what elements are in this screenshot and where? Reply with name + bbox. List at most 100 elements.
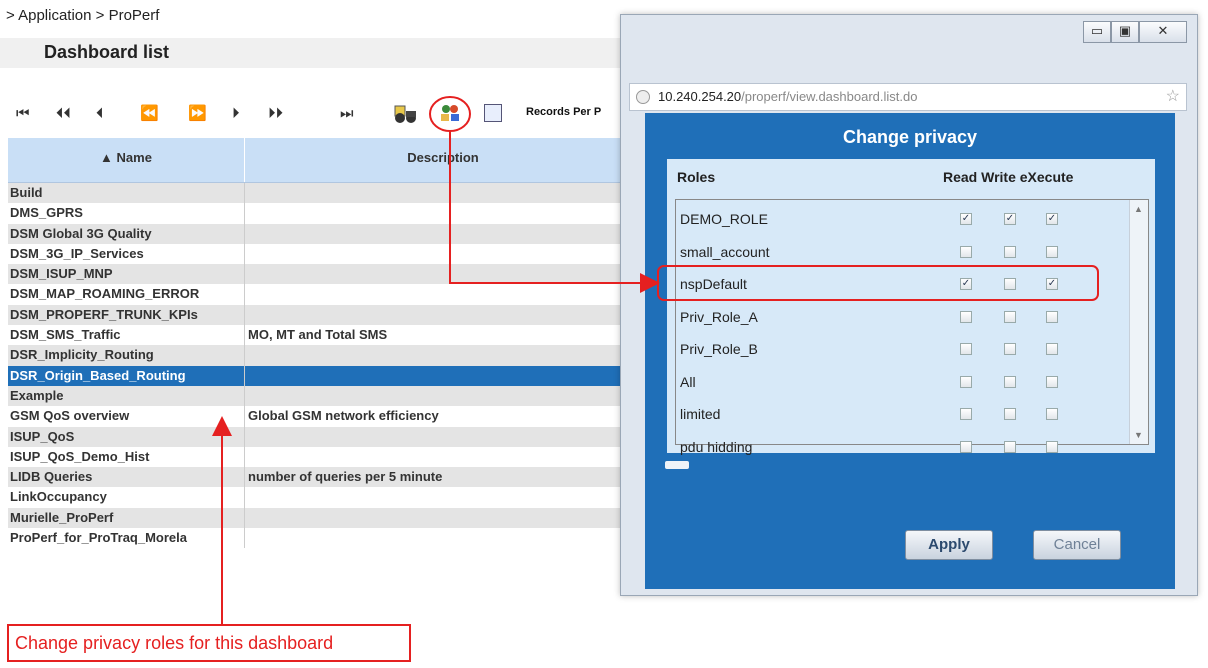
address-bar[interactable]: 10.240.254.20/properf/view.dashboard.lis… xyxy=(629,83,1187,111)
row-name: DSM Global 3G Quality xyxy=(10,225,152,241)
role-row[interactable]: nspDefault ✓ ✓ xyxy=(676,269,1126,301)
roles-section: Roles Read Write eXecute pdu hidding limi… xyxy=(667,159,1155,455)
table-row[interactable]: ProPerf_for_ProTraq_Morela xyxy=(8,528,640,549)
fast-forward-icon[interactable]: ⏩ xyxy=(188,100,207,128)
read-checkbox[interactable]: ✓ xyxy=(960,278,972,290)
table-row[interactable]: DMS_GPRS xyxy=(8,203,640,224)
column-divider xyxy=(244,406,245,427)
row-description: MO, MT and Total SMS xyxy=(248,327,388,343)
row-name: DSM_3G_IP_Services xyxy=(10,245,144,261)
table-row[interactable]: DSM_SMS_Traffic MO, MT and Total SMS xyxy=(8,325,640,346)
close-button[interactable]: ✕ xyxy=(1139,21,1187,43)
row-description: number of queries per 5 minute xyxy=(248,469,443,485)
execute-checkbox[interactable] xyxy=(1046,375,1058,388)
column-header-description[interactable]: Description xyxy=(246,138,640,182)
rewind-icon[interactable]: ⏪ xyxy=(140,100,159,128)
row-name: DSM_PROPERF_TRUNK_KPIs xyxy=(10,306,198,322)
column-header-name[interactable]: ▲ Name xyxy=(8,138,245,182)
table-row[interactable]: DSM Global 3G Quality xyxy=(8,223,640,244)
roles-header: Roles xyxy=(677,169,716,185)
execute-checkbox[interactable] xyxy=(1046,408,1058,420)
column-divider xyxy=(244,243,245,265)
table-row[interactable]: Murielle_ProPerf xyxy=(8,507,640,529)
write-checkbox[interactable] xyxy=(1004,310,1016,323)
read-checkbox[interactable] xyxy=(960,310,972,323)
table-row[interactable]: Example xyxy=(8,385,640,407)
address-host: 10.240.254.20 xyxy=(658,89,742,104)
globe-icon xyxy=(636,90,650,104)
row-name: Build xyxy=(10,185,43,200)
write-checkbox[interactable] xyxy=(1004,245,1016,258)
role-row[interactable]: small_account xyxy=(676,237,1126,269)
scroll-down-icon[interactable]: ▼ xyxy=(1134,430,1143,440)
read-checkbox[interactable] xyxy=(960,408,972,420)
refresh-icon[interactable] xyxy=(484,104,502,122)
row-name: DSR_Origin_Based_Routing xyxy=(10,367,186,383)
read-checkbox[interactable]: ✓ xyxy=(960,213,972,225)
execute-checkbox[interactable] xyxy=(1046,310,1058,323)
execute-checkbox[interactable] xyxy=(1046,440,1058,453)
last-page-icon[interactable]: ⏭ xyxy=(340,100,354,128)
scroll-up-icon[interactable]: ▲ xyxy=(1134,204,1143,214)
table-row[interactable]: LinkOccupancy xyxy=(8,487,640,508)
row-name: GSM QoS overview xyxy=(10,408,130,424)
role-row[interactable]: limited xyxy=(676,399,1126,431)
minimize-button[interactable]: ▭ xyxy=(1083,21,1111,43)
write-checkbox[interactable] xyxy=(1004,278,1016,290)
role-row[interactable]: Priv_Role_A xyxy=(676,302,1126,334)
write-checkbox[interactable] xyxy=(1004,408,1016,420)
read-checkbox[interactable] xyxy=(960,375,972,388)
column-divider xyxy=(244,304,245,326)
next-block-icon[interactable]: ⏵⏵ xyxy=(268,100,283,128)
table-row[interactable]: ISUP_QoS xyxy=(8,426,640,447)
search-binoculars-icon[interactable] xyxy=(394,102,418,124)
restore-button[interactable]: ▣ xyxy=(1111,21,1139,43)
execute-checkbox[interactable] xyxy=(1046,343,1058,355)
table-row[interactable]: GSM QoS overview Global GSM network effic… xyxy=(8,406,640,427)
table-header: ▲ Name Description xyxy=(8,138,640,183)
table-row[interactable]: Build xyxy=(8,183,640,204)
write-checkbox[interactable]: ✓ xyxy=(1004,213,1016,225)
column-divider xyxy=(244,487,245,508)
roles-scrollbar[interactable]: ▲ ▼ xyxy=(1129,200,1148,444)
read-checkbox[interactable] xyxy=(960,440,972,453)
records-per-page-label: Records Per P xyxy=(526,106,602,118)
role-row[interactable]: All xyxy=(676,367,1126,399)
role-row[interactable]: DEMO_ROLE ✓ ✓ ✓ xyxy=(676,204,1126,236)
column-divider xyxy=(244,385,245,407)
read-checkbox[interactable] xyxy=(960,343,972,355)
previous-page-icon[interactable]: ⏴ xyxy=(96,100,104,128)
table-row[interactable]: DSM_MAP_ROAMING_ERROR xyxy=(8,284,640,305)
row-name: LinkOccupancy xyxy=(10,489,107,505)
next-page-icon[interactable]: ⏵ xyxy=(232,100,240,128)
write-checkbox[interactable] xyxy=(1004,375,1016,388)
table-row[interactable]: ISUP_QoS_Demo_Hist xyxy=(8,446,640,468)
write-checkbox[interactable] xyxy=(1004,343,1016,355)
role-row[interactable]: pdu hidding xyxy=(676,432,1126,464)
breadcrumb[interactable]: > Application > ProPerf xyxy=(6,7,159,24)
table-row[interactable]: DSM_3G_IP_Services xyxy=(8,243,640,265)
table-row[interactable]: DSM_ISUP_MNP xyxy=(8,264,640,285)
execute-checkbox[interactable] xyxy=(1046,245,1058,258)
previous-block-icon[interactable]: ⏴⏴ xyxy=(56,100,71,128)
apply-button[interactable]: Apply xyxy=(905,530,993,560)
change-privacy-icon[interactable] xyxy=(440,104,460,122)
table-row[interactable]: LIDB Queries number of queries per 5 minu… xyxy=(8,467,640,488)
execute-checkbox[interactable]: ✓ xyxy=(1046,213,1058,225)
cancel-button[interactable]: Cancel xyxy=(1033,530,1121,560)
first-page-icon[interactable]: ⏮ xyxy=(16,100,30,128)
page-title: Dashboard list xyxy=(44,42,170,62)
table-row[interactable]: DSM_PROPERF_TRUNK_KPIs xyxy=(8,304,640,326)
execute-checkbox[interactable]: ✓ xyxy=(1046,278,1058,290)
dialog-title: Change privacy xyxy=(842,127,978,147)
table-row[interactable]: DSR_Origin_Based_Routing xyxy=(8,365,640,386)
row-name: Murielle_ProPerf xyxy=(10,509,114,525)
table-body: Build DMS_GPRS DSM Global 3G Quality DSM_3G… xyxy=(8,183,640,549)
horizontal-scroll-handle[interactable] xyxy=(665,461,689,469)
role-row[interactable]: Priv_Role_B xyxy=(676,334,1126,366)
bookmark-star-icon[interactable]: ☆ xyxy=(1166,86,1180,106)
write-checkbox[interactable] xyxy=(1004,440,1016,453)
role-name: pdu hidding xyxy=(680,438,753,455)
read-checkbox[interactable] xyxy=(960,245,972,258)
table-row[interactable]: DSR_Implicity_Routing xyxy=(8,345,640,366)
